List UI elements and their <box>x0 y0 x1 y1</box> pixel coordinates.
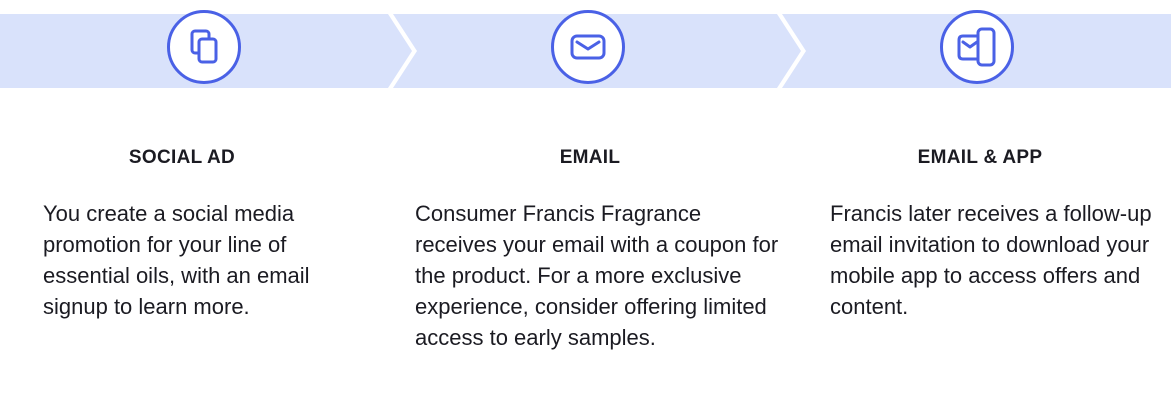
step-1-description: You create a social media promotion for … <box>43 201 310 319</box>
step-2-icon-circle <box>551 10 625 84</box>
step-3-description: Francis later receives a follow-up email… <box>830 201 1152 319</box>
step-1-column: SOCIAL AD You create a social media prom… <box>42 146 362 319</box>
step-1-icon-circle <box>167 10 241 84</box>
email-and-phone-icon <box>957 27 996 67</box>
step-3-column: EMAIL & APP Francis later receives a fol… <box>830 146 1165 319</box>
step-3-icon-circle <box>940 10 1014 84</box>
step-1-title: SOCIAL AD <box>128 147 236 168</box>
step-2-description: Consumer Francis Fragrance receives your… <box>415 201 779 350</box>
step-2-title: EMAIL <box>559 147 621 168</box>
step-2-column: EMAIL Consumer Francis Fragrance receive… <box>415 146 785 350</box>
envelope-icon <box>570 34 606 60</box>
step-3-title: EMAIL & APP <box>917 147 1043 168</box>
copy-icon <box>190 29 218 64</box>
